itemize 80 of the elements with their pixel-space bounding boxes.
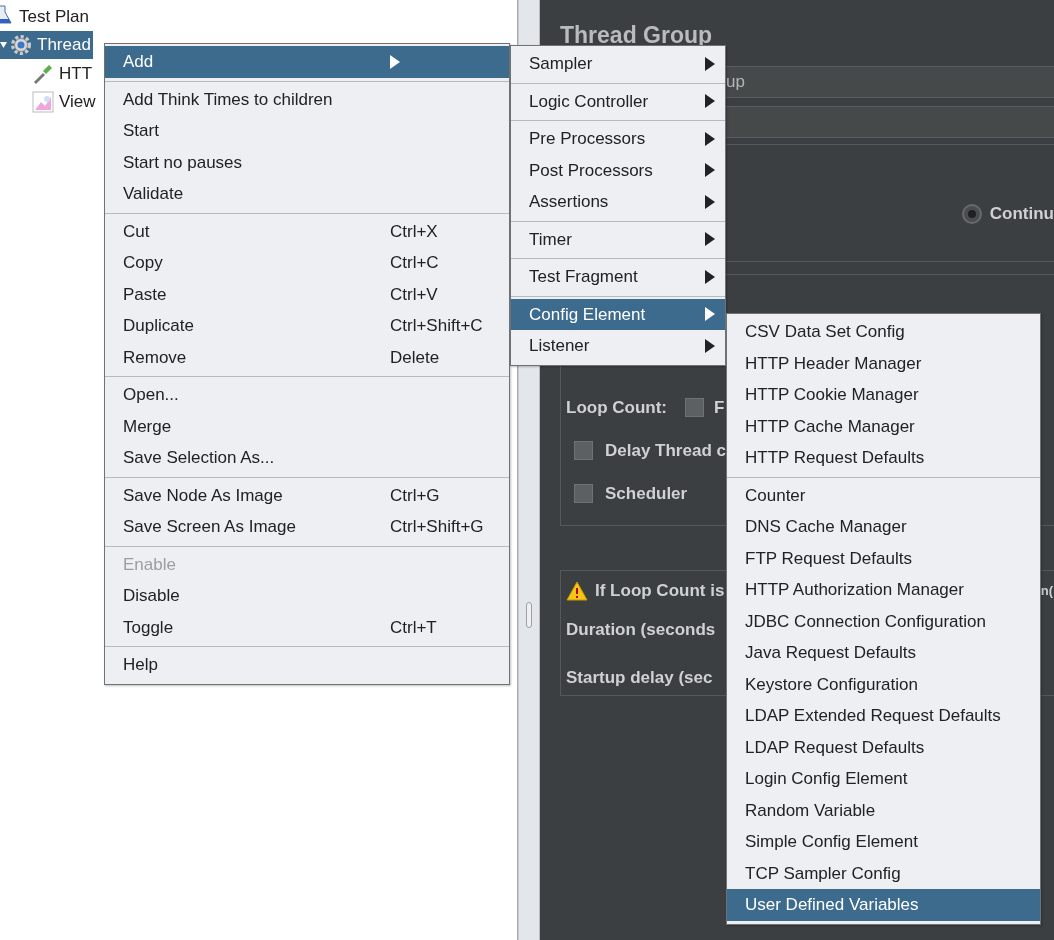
- checkbox[interactable]: [574, 484, 593, 503]
- menu-item[interactable]: Add Think Times to children: [105, 83, 509, 115]
- menu-item[interactable]: Counter: [727, 479, 1040, 511]
- expand-icon[interactable]: [0, 39, 8, 50]
- tree-item[interactable]: Thread: [0, 30, 93, 59]
- menu-item[interactable]: Keystore Configuration: [727, 668, 1040, 700]
- shortcut-text: Ctrl+T: [390, 616, 437, 639]
- shortcut-text: Ctrl+X: [390, 220, 438, 243]
- menu-item[interactable]: HTTP Request Defaults: [727, 442, 1040, 474]
- warning-text: n(: [1040, 582, 1053, 601]
- menu-item[interactable]: Start no pauses: [105, 146, 509, 178]
- menu-item[interactable]: Help: [105, 649, 509, 681]
- menu-item[interactable]: Add: [105, 46, 509, 78]
- splitter-grip[interactable]: [526, 602, 532, 628]
- warning-icon: [566, 581, 588, 601]
- menu-item[interactable]: LDAP Request Defaults: [727, 731, 1040, 763]
- field-label: Duration (seconds: [566, 619, 716, 641]
- tree-item[interactable]: View: [0, 87, 98, 116]
- radio-button[interactable]: [961, 204, 982, 224]
- tree-item[interactable]: HTT: [0, 59, 95, 88]
- menu-item[interactable]: Listener: [511, 330, 725, 362]
- menu-item[interactable]: HTTP Header Manager: [727, 347, 1040, 379]
- menu-item[interactable]: Open...: [105, 379, 509, 411]
- menu-item[interactable]: Save Node As Image Ctrl+G: [105, 479, 509, 511]
- checkbox-label: F: [714, 396, 725, 419]
- menu-item[interactable]: Disable: [105, 580, 509, 612]
- menu-item[interactable]: Post Processors: [511, 154, 725, 186]
- menu-item[interactable]: Sampler: [511, 48, 725, 80]
- shortcut-text: Ctrl+Shift+G: [390, 516, 484, 538]
- menu-item[interactable]: LDAP Extended Request Defaults: [727, 700, 1040, 732]
- menu-item[interactable]: Start: [105, 115, 509, 147]
- menu-item[interactable]: Random Variable: [727, 794, 1040, 826]
- menu-item[interactable]: Validate: [105, 178, 509, 210]
- dropper-icon: [32, 62, 54, 85]
- shortcut-text: Ctrl+Shift+C: [390, 315, 483, 337]
- menu-item[interactable]: Simple Config Element: [727, 826, 1040, 858]
- checkbox[interactable]: [685, 398, 704, 417]
- menu-item[interactable]: Cut Ctrl+X: [105, 215, 509, 247]
- menu-item[interactable]: Copy Ctrl+C: [105, 247, 509, 279]
- menu-item[interactable]: TCP Sampler Config: [727, 857, 1040, 889]
- menu-item[interactable]: Login Config Element: [727, 763, 1040, 795]
- menu-item[interactable]: Java Request Defaults: [727, 637, 1040, 669]
- checkbox[interactable]: [574, 441, 593, 460]
- checkbox-label: Delay Thread c: [605, 439, 726, 462]
- menu-item[interactable]: JDBC Connection Configuration: [727, 605, 1040, 637]
- tree-item[interactable]: Test Plan: [0, 2, 91, 31]
- menu-item[interactable]: Pre Processors: [511, 123, 725, 155]
- menu-item[interactable]: HTTP Authorization Manager: [727, 574, 1040, 606]
- name-field[interactable]: up: [726, 66, 1054, 98]
- field-label: Loop Count:: [566, 396, 667, 419]
- checkbox-label: Scheduler: [605, 482, 688, 505]
- menu-item[interactable]: Merge: [105, 410, 509, 442]
- menu-item[interactable]: Save Selection As...: [105, 442, 509, 474]
- menu-item[interactable]: DNS Cache Manager: [727, 511, 1040, 543]
- radio-label: Continu: [989, 203, 1054, 226]
- menu-item[interactable]: Paste Ctrl+V: [105, 278, 509, 310]
- menu-item[interactable]: Config Element: [511, 298, 725, 330]
- menu-item[interactable]: FTP Request Defaults: [727, 542, 1040, 574]
- shortcut-text: Ctrl+G: [390, 484, 440, 507]
- shortcut-text: Ctrl+V: [390, 283, 438, 306]
- menu-item[interactable]: Assertions: [511, 186, 725, 218]
- shortcut-text: Ctrl+C: [390, 252, 439, 274]
- menu-item[interactable]: HTTP Cache Manager: [727, 410, 1040, 442]
- menu-item[interactable]: Remove Delete: [105, 341, 509, 373]
- menu-item[interactable]: Save Screen As Image Ctrl+Shift+G: [105, 511, 509, 543]
- field-label: Startup delay (sec: [566, 666, 713, 689]
- menu-item[interactable]: Timer: [511, 223, 725, 255]
- menu-item[interactable]: CSV Data Set Config: [727, 316, 1040, 348]
- menu-item[interactable]: Logic Controller: [511, 85, 725, 117]
- shortcut-text: Delete: [390, 346, 440, 369]
- comments-field[interactable]: [726, 106, 1054, 138]
- menu-item[interactable]: Test Fragment: [511, 261, 725, 293]
- menu-item[interactable]: User Defined Variables: [727, 889, 1040, 921]
- menu-item[interactable]: HTTP Cookie Manager: [727, 379, 1040, 411]
- gear-icon: [10, 33, 32, 56]
- chart-icon: [32, 90, 54, 113]
- panel-title: Thread Group: [560, 21, 714, 50]
- menu-item[interactable]: Duplicate Ctrl+Shift+C: [105, 310, 509, 342]
- menu-item[interactable]: Toggle Ctrl+T: [105, 611, 509, 643]
- warning-text: If Loop Count is: [595, 580, 725, 603]
